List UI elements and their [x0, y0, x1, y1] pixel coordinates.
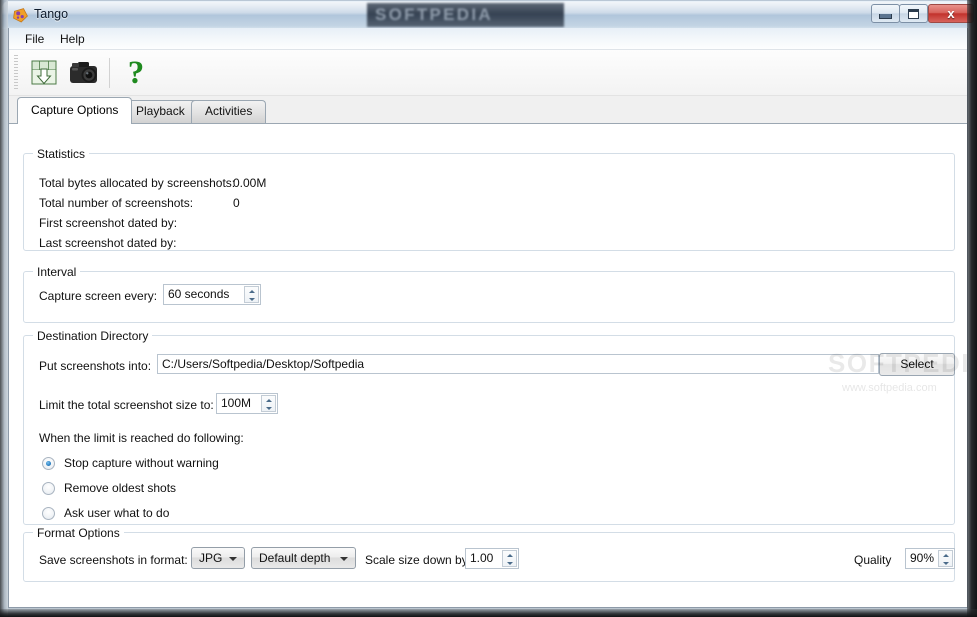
client-area: File Help ? Capture Options Playback Act…	[8, 28, 968, 608]
quality-spinner[interactable]: 90%	[905, 548, 955, 569]
minimize-button[interactable]	[871, 4, 900, 23]
quality-value: 90%	[910, 551, 935, 565]
size-limit-value: 100M	[221, 396, 252, 410]
color-depth-dropdown[interactable]: Default depth	[251, 547, 356, 569]
stat-label-total-bytes: Total bytes allocated by screenshots:	[39, 176, 236, 190]
stat-label-total-count: Total number of screenshots:	[39, 196, 194, 210]
size-limit-spinner[interactable]: 100M	[216, 393, 278, 414]
menu-item-help[interactable]: Help	[53, 31, 92, 47]
destination-path-label: Put screenshots into:	[39, 359, 152, 373]
toolbar-separator	[109, 58, 110, 88]
window-right-edge	[967, 0, 977, 617]
destination-path-input[interactable]: C:/Users/Softpedia/Desktop/Softpedia	[157, 354, 879, 374]
softpedia-watermark-url: www.softpedia.com	[842, 382, 937, 394]
tab-playback[interactable]: Playback	[122, 100, 199, 123]
stat-value-total-count: 0	[233, 196, 240, 210]
scale-spin-up[interactable]	[503, 551, 516, 559]
radio-stop-capture-indicator	[42, 457, 55, 470]
toolbar: ?	[9, 50, 967, 96]
menu-item-file[interactable]: File	[18, 31, 51, 47]
statistics-group-title: Statistics	[33, 147, 90, 161]
size-limit-spin-down[interactable]	[262, 404, 275, 412]
restore-icon	[900, 5, 927, 22]
tab-strip: Capture Options Playback Activities	[9, 96, 967, 124]
chevron-down-icon	[229, 557, 237, 561]
stat-label-first-dated: First screenshot dated by:	[39, 216, 178, 230]
tab-activities[interactable]: Activities	[191, 100, 267, 123]
application-window: Tango SOFTPEDIA x File Help ? Capture Op…	[0, 0, 977, 617]
size-limit-spin-up[interactable]	[262, 396, 275, 404]
quality-label: Quality	[854, 553, 892, 567]
radio-remove-oldest-indicator	[42, 482, 55, 495]
capture-interval-spin-buttons[interactable]	[244, 286, 259, 303]
camera-capture-icon[interactable]	[65, 54, 103, 92]
radio-stop-capture-label: Stop capture without warning	[64, 456, 219, 470]
scale-label: Scale size down by:	[365, 553, 472, 567]
size-limit-spin-buttons[interactable]	[261, 395, 276, 412]
select-directory-button[interactable]: Select	[879, 353, 955, 376]
window-left-edge	[0, 0, 8, 617]
capture-options-panel: Statistics Total bytes allocated by scre…	[9, 123, 967, 607]
window-bottom-edge	[0, 609, 977, 617]
radio-remove-oldest-label: Remove oldest shots	[64, 481, 177, 495]
capture-interval-spin-down[interactable]	[245, 295, 258, 303]
interval-group: Interval Capture screen every: 60 second…	[23, 265, 955, 323]
format-group-title: Format Options	[33, 526, 124, 540]
capture-interval-value: 60 seconds	[168, 287, 230, 301]
scale-spin-down[interactable]	[503, 559, 516, 567]
tab-capture-options[interactable]: Capture Options	[17, 97, 133, 124]
window-title: Tango	[34, 7, 69, 21]
toolbar-grip[interactable]	[14, 55, 18, 91]
capture-interval-spin-up[interactable]	[245, 287, 258, 295]
title-bar: Tango SOFTPEDIA x	[2, 1, 975, 29]
destination-group-title: Destination Directory	[33, 329, 153, 343]
color-depth-value: Default depth	[259, 551, 331, 565]
limit-reached-label: When the limit is reached do following:	[39, 431, 244, 445]
minimize-icon	[872, 5, 899, 22]
interval-group-title: Interval	[33, 265, 81, 279]
tango-app-icon	[12, 7, 29, 24]
statistics-group: Statistics Total bytes allocated by scre…	[23, 147, 955, 251]
scale-value: 1.00	[470, 551, 494, 565]
quality-spin-buttons[interactable]	[938, 550, 953, 567]
format-options-group: Format Options Save screenshots in forma…	[23, 526, 955, 582]
chevron-down-icon	[340, 557, 348, 561]
save-screenshots-icon[interactable]	[25, 54, 63, 92]
capture-interval-spinner[interactable]: 60 seconds	[163, 284, 261, 305]
radio-ask-user-label: Ask user what to do	[64, 506, 170, 520]
scale-spin-buttons[interactable]	[502, 550, 517, 567]
radio-ask-user-indicator	[42, 507, 55, 520]
softpedia-banner-text: SOFTPEDIA	[375, 5, 493, 24]
capture-interval-label: Capture screen every:	[39, 289, 158, 303]
scale-spinner[interactable]: 1.00	[465, 548, 519, 569]
maximize-restore-button[interactable]	[899, 4, 928, 23]
quality-spin-down[interactable]	[939, 559, 952, 567]
softpedia-banner: SOFTPEDIA	[367, 3, 564, 27]
help-icon[interactable]: ?	[117, 54, 155, 92]
size-limit-label: Limit the total screenshot size to:	[39, 398, 214, 412]
image-format-dropdown[interactable]: JPG	[191, 547, 245, 569]
quality-spin-up[interactable]	[939, 551, 952, 559]
stat-label-last-dated: Last screenshot dated by:	[39, 236, 177, 250]
menu-bar: File Help	[9, 28, 967, 50]
format-label: Save screenshots in format:	[39, 553, 188, 567]
destination-directory-group: Destination Directory Put screenshots in…	[23, 329, 967, 525]
image-format-value: JPG	[199, 551, 223, 565]
stat-value-total-bytes: 0.00M	[233, 176, 267, 190]
